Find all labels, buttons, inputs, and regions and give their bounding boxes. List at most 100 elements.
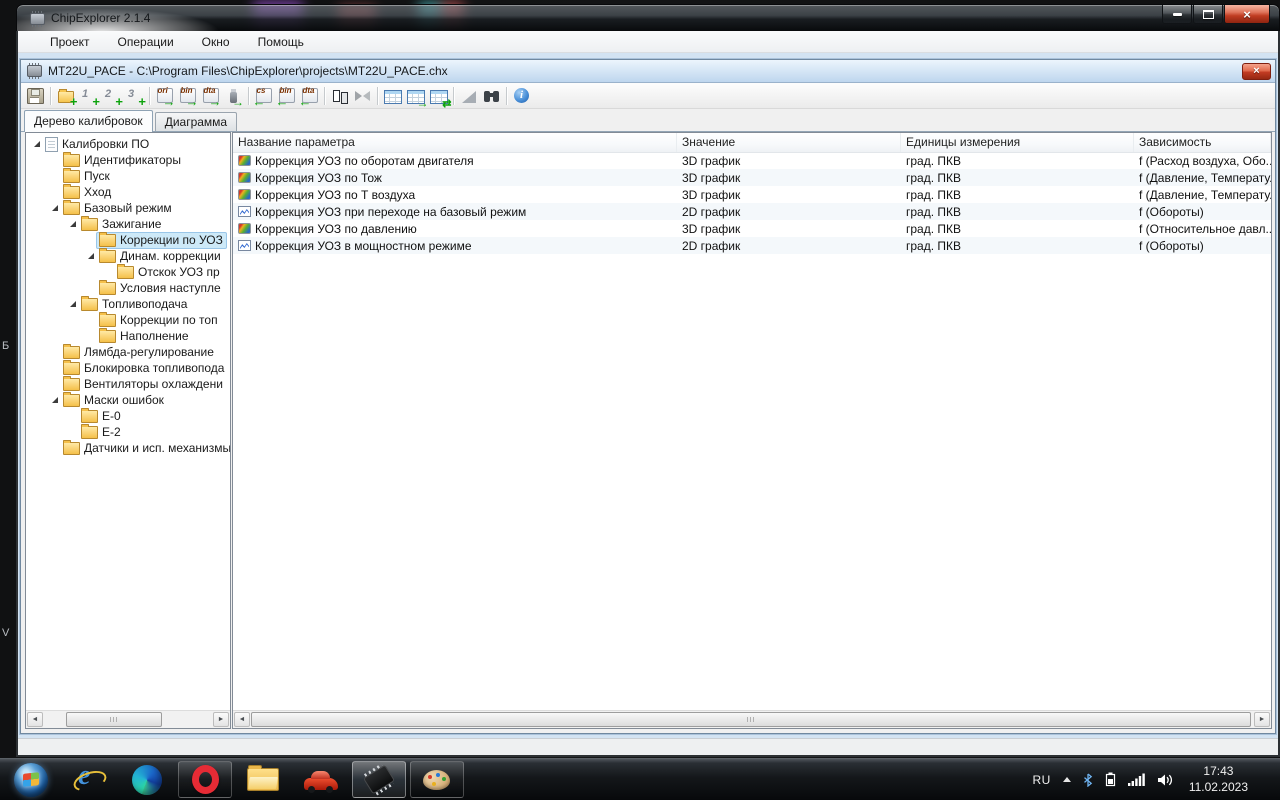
tree-node[interactable]: Вентиляторы охлаждени bbox=[60, 376, 227, 393]
tree-node[interactable]: Хход bbox=[60, 184, 115, 201]
tree-item[interactable]: E-2 bbox=[27, 424, 230, 440]
tab-calibration-tree[interactable]: Дерево калибровок bbox=[24, 110, 153, 132]
table-sync-button[interactable] bbox=[427, 85, 450, 107]
tree-node[interactable]: Отскок УОЗ пр bbox=[114, 264, 224, 281]
table-row[interactable]: Коррекция УОЗ по Тож3D графикград. ПКВf … bbox=[233, 169, 1271, 186]
chart-button[interactable] bbox=[457, 85, 480, 107]
table-row[interactable]: Коррекция УОЗ по оборотам двигателя3D гр… bbox=[233, 152, 1271, 169]
menu-item-window[interactable]: Окно bbox=[188, 32, 244, 52]
tree-item[interactable]: Условия наступле bbox=[27, 280, 230, 296]
hidden-icons-arrow-icon[interactable] bbox=[1063, 777, 1071, 782]
tree-node[interactable]: Динам. коррекции bbox=[96, 248, 225, 265]
signal-icon[interactable] bbox=[1128, 773, 1145, 786]
document-close-button[interactable]: × bbox=[1242, 63, 1271, 80]
add-layer-2-button[interactable] bbox=[100, 85, 123, 107]
tree-node[interactable]: Идентификаторы bbox=[60, 152, 185, 169]
expand-arrow-icon[interactable] bbox=[67, 221, 78, 227]
add-layer-1-button[interactable] bbox=[77, 85, 100, 107]
taskbar-internet-explorer[interactable] bbox=[62, 761, 116, 798]
add-project-button[interactable] bbox=[54, 85, 77, 107]
info-button[interactable] bbox=[510, 85, 533, 107]
tree-node[interactable]: Пуск bbox=[60, 168, 114, 185]
menu-item-project[interactable]: Проект bbox=[36, 32, 104, 52]
column-header[interactable]: Зависимость bbox=[1134, 133, 1271, 152]
expand-arrow-icon[interactable] bbox=[49, 397, 60, 403]
tree-item[interactable]: Наполнение bbox=[27, 328, 230, 344]
tree-node[interactable]: Блокировка топливопода bbox=[60, 360, 228, 377]
tree-item[interactable]: Динам. коррекции bbox=[27, 248, 230, 264]
column-header[interactable]: Значение bbox=[677, 133, 901, 152]
table-hscrollbar[interactable]: ◄ ► bbox=[233, 710, 1271, 728]
titlebar[interactable]: ChipExplorer 2.1.4 × bbox=[16, 4, 1280, 31]
tree-node[interactable]: Топливоподача bbox=[78, 296, 191, 313]
expand-arrow-icon[interactable] bbox=[85, 253, 96, 259]
scroll-thumb[interactable] bbox=[66, 712, 162, 727]
scroll-right-arrow[interactable]: ► bbox=[213, 712, 229, 727]
tree-item[interactable]: Базовый режим bbox=[27, 200, 230, 216]
tree-item[interactable]: Калибровки ПО bbox=[27, 136, 230, 152]
import-dta-button[interactable] bbox=[298, 85, 321, 107]
scroll-left-arrow[interactable]: ◄ bbox=[27, 712, 43, 727]
import-cs-button[interactable] bbox=[252, 85, 275, 107]
tree-node[interactable]: Маски ошибок bbox=[60, 392, 168, 409]
expand-arrow-icon[interactable] bbox=[67, 301, 78, 307]
tree-item[interactable]: Маски ошибок bbox=[27, 392, 230, 408]
tree-node[interactable]: E-0 bbox=[78, 408, 125, 425]
tab-diagram[interactable]: Диаграмма bbox=[155, 112, 237, 131]
volume-icon[interactable] bbox=[1157, 773, 1173, 787]
tree-item[interactable]: Топливоподача bbox=[27, 296, 230, 312]
merge-button[interactable] bbox=[351, 85, 374, 107]
column-header[interactable]: Единицы измерения bbox=[901, 133, 1134, 152]
table-export-button[interactable] bbox=[404, 85, 427, 107]
menu-item-operations[interactable]: Операции bbox=[104, 32, 188, 52]
export-bin-button[interactable] bbox=[176, 85, 199, 107]
tree-item[interactable]: Коррекции по УОЗ bbox=[27, 232, 230, 248]
column-header[interactable]: Название параметра bbox=[233, 133, 677, 152]
tree-item[interactable]: Коррекции по топ bbox=[27, 312, 230, 328]
taskbar-explorer[interactable] bbox=[236, 761, 290, 798]
tree-item[interactable]: Вентиляторы охлаждени bbox=[27, 376, 230, 392]
taskbar-opera[interactable] bbox=[178, 761, 232, 798]
table-row[interactable]: Коррекция УОЗ при переходе на базовый ре… bbox=[233, 203, 1271, 220]
compare-windows-button[interactable] bbox=[328, 85, 351, 107]
tree-item[interactable]: Зажигание bbox=[27, 216, 230, 232]
scroll-thumb[interactable] bbox=[251, 712, 1251, 727]
start-button[interactable] bbox=[4, 761, 58, 798]
export-dta-button[interactable] bbox=[199, 85, 222, 107]
tree-node[interactable]: Датчики и исп. механизмы bbox=[60, 440, 230, 457]
tree-node[interactable]: E-2 bbox=[78, 424, 125, 441]
document-titlebar[interactable]: MT22U_PACE - C:\Program Files\ChipExplor… bbox=[21, 60, 1275, 83]
tree-node[interactable]: Лямбда-регулирование bbox=[60, 344, 218, 361]
table-row[interactable]: Коррекция УОЗ по давлению3D графикград. … bbox=[233, 220, 1271, 237]
tree-node[interactable]: Условия наступле bbox=[96, 280, 225, 297]
tree-hscrollbar[interactable]: ◄ ► bbox=[26, 710, 230, 728]
tree-node[interactable]: Коррекции по топ bbox=[96, 312, 222, 329]
scroll-left-arrow[interactable]: ◄ bbox=[234, 712, 250, 727]
tree-node[interactable]: Калибровки ПО bbox=[42, 136, 153, 153]
tree-item[interactable]: Хход bbox=[27, 184, 230, 200]
bluetooth-icon[interactable] bbox=[1083, 773, 1093, 787]
expand-arrow-icon[interactable] bbox=[31, 141, 42, 147]
tree-node[interactable]: Коррекции по УОЗ bbox=[96, 232, 227, 249]
export-ori-button[interactable] bbox=[153, 85, 176, 107]
tree-item[interactable]: Датчики и исп. механизмы bbox=[27, 440, 230, 456]
tree-node[interactable]: Базовый режим bbox=[60, 200, 176, 217]
language-indicator[interactable]: RU bbox=[1032, 773, 1050, 787]
clock[interactable]: 17:43 11.02.2023 bbox=[1189, 764, 1248, 795]
tree-item[interactable]: E-0 bbox=[27, 408, 230, 424]
taskbar-edge[interactable] bbox=[120, 761, 174, 798]
search-button[interactable] bbox=[480, 85, 503, 107]
import-bin-button[interactable] bbox=[275, 85, 298, 107]
minimize-button[interactable] bbox=[1162, 5, 1192, 24]
taskbar-paint[interactable] bbox=[410, 761, 464, 798]
tree-item[interactable]: Пуск bbox=[27, 168, 230, 184]
taskbar-chipexplorer[interactable] bbox=[352, 761, 406, 798]
table-view-button[interactable] bbox=[381, 85, 404, 107]
tree-node[interactable]: Наполнение bbox=[96, 328, 193, 345]
scroll-right-arrow[interactable]: ► bbox=[1254, 712, 1270, 727]
tree-item[interactable]: Лямбда-регулирование bbox=[27, 344, 230, 360]
add-layer-3-button[interactable] bbox=[123, 85, 146, 107]
tree-item[interactable]: Блокировка топливопода bbox=[27, 360, 230, 376]
export-device-button[interactable] bbox=[222, 85, 245, 107]
expand-arrow-icon[interactable] bbox=[49, 205, 60, 211]
